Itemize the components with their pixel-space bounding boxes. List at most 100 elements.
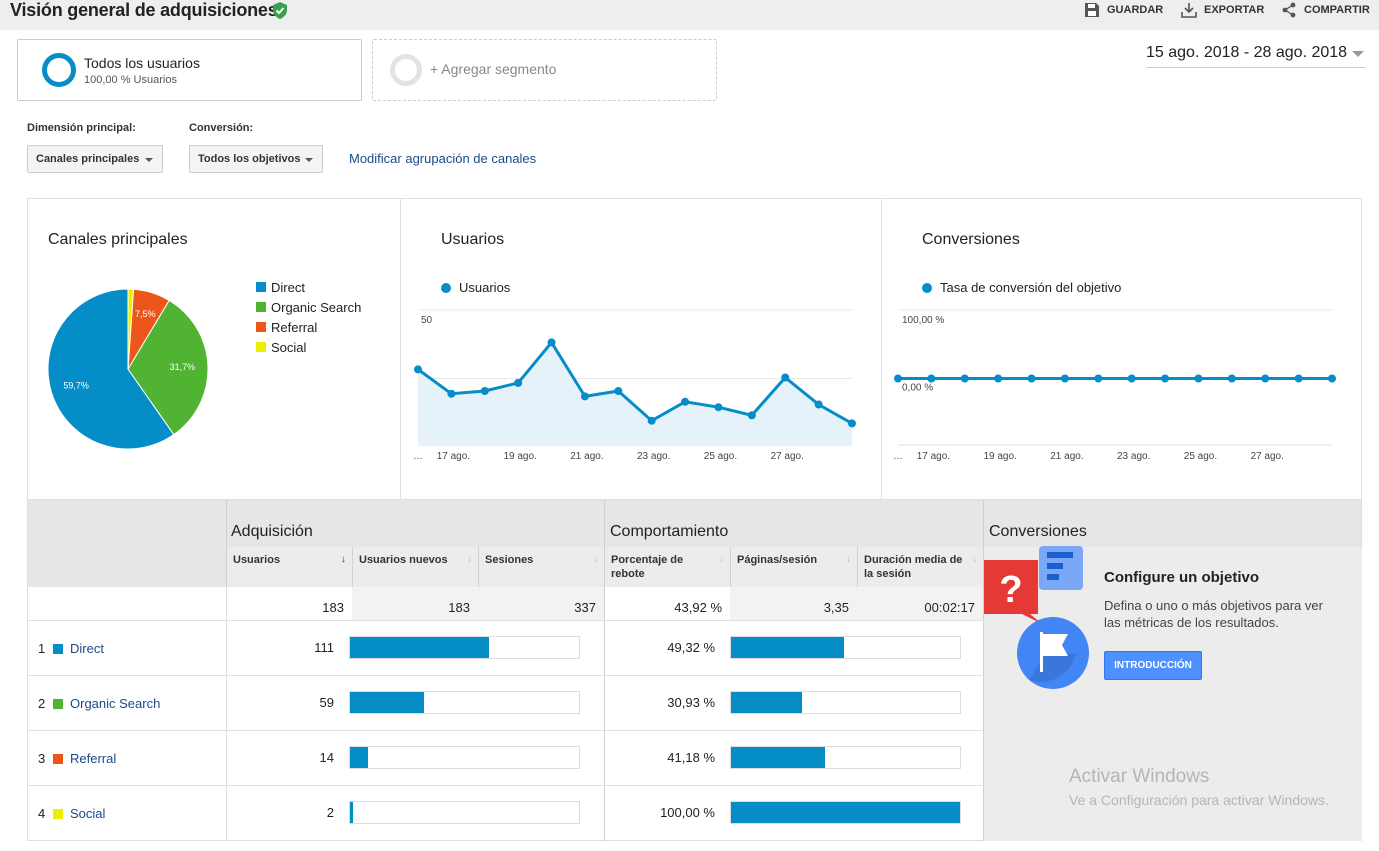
chevron-down-icon [1352,51,1364,57]
row-number: 4 [38,806,46,821]
row-number: 1 [38,641,46,656]
chevron-down-icon [145,158,153,162]
total-users: 183 [226,587,352,621]
x-tick-label: 25 ago. [704,451,737,462]
total-avg-duration: 00:02:17 [857,587,983,621]
pie-chart-title: Canales principales [48,231,188,248]
col-header-pages-session[interactable]: Páginas/sesión ↓ [730,547,857,587]
x-tick-label: 19 ago. [983,451,1016,462]
data-point [580,392,589,401]
data-point [681,397,690,406]
col-label: Páginas/sesión [737,554,818,566]
data-point [1027,374,1036,383]
y-tick-label: 50 [421,315,433,326]
total-pages-session: 3,35 [730,587,857,621]
legend-item-referral: Referral [256,317,361,337]
primary-dimension-select[interactable]: Canales principales [27,145,163,173]
save-button[interactable]: GUARDAR [1084,2,1163,18]
sort-icon: ↓ [972,554,977,565]
date-range-picker[interactable]: 15 ago. 2018 - 28 ago. 2018 [1146,44,1366,68]
y-tick-label: 0,00 % [902,383,933,394]
x-tick-label: 21 ago. [570,451,603,462]
data-point [647,416,656,425]
data-point [848,419,856,428]
legend-label: Direct [271,279,305,295]
introduction-button[interactable]: INTRODUCCIÓN [1104,651,1202,680]
share-button[interactable]: COMPARTIR [1281,2,1370,18]
row-bounce-rate: 100,00 % [660,805,715,820]
users-bar [349,801,580,824]
row-link-social[interactable]: Social [70,806,105,821]
col-label: Usuarios [233,554,281,566]
segment-ring-icon [42,53,76,87]
legend-label: Social [271,339,307,355]
data-point [960,374,969,383]
row-number: 3 [38,751,46,766]
table-group-header [28,500,984,547]
goal-title: Configure un objetivo [1104,569,1259,586]
legend-swatch [256,302,266,312]
row-users: 111 [314,640,334,655]
panel-divider [400,198,401,500]
row-link-referral[interactable]: Referral [70,751,116,766]
x-tick-label: 21 ago. [1050,451,1083,462]
row-number: 2 [38,696,46,711]
panel-divider [881,198,882,500]
svg-text:?: ? [999,569,1022,611]
export-button[interactable]: EXPORTAR [1181,2,1264,18]
conversions-legend: Tasa de conversión del objetivo [922,280,1121,295]
x-tick-label: 17 ago. [917,451,950,462]
data-point [714,403,723,412]
col-header-bounce-rate[interactable]: Porcentaje de rebote ↓ [604,547,730,587]
users-line-chart: 5025…17 ago.19 ago.21 ago.23 ago.25 ago.… [413,309,856,462]
data-point [1161,374,1170,383]
x-tick-label: 17 ago. [437,451,470,462]
row-link-direct[interactable]: Direct [70,641,104,656]
legend-item-direct: Direct [256,277,361,297]
total-new-users: 183 [352,587,478,621]
col-header-avg-duration[interactable]: Duración media de la sesión ↓ [857,547,983,587]
conversions-chart-title: Conversiones [922,231,1020,248]
x-tick-label: … [893,451,903,462]
x-tick-label: … [413,451,423,462]
row-bounce-rate: 49,32 % [667,640,715,655]
data-point [1094,374,1103,383]
bounce-bar [730,746,961,769]
data-point [994,374,1003,383]
x-tick-label: 27 ago. [771,451,804,462]
row-link-organic-search[interactable]: Organic Search [70,696,160,711]
row-color-swatch [53,809,63,819]
legend-item-social: Social [256,337,361,357]
users-bar-fill [350,692,424,713]
bounce-bar [730,691,961,714]
goal-description: Defina o uno o más objetivos para ver la… [1104,598,1323,630]
segment-name: Todos los usuarios [84,55,200,71]
users-bar-fill [350,637,489,658]
add-segment-button[interactable]: + Agregar segmento [372,39,717,101]
data-point [814,400,823,409]
segment-all-users[interactable]: Todos los usuarios 100,00 % Usuarios [17,39,362,101]
sort-icon: ↓ [719,554,724,565]
legend-item-organic: Organic Search [256,297,361,317]
goal-illustration-icon: ? [984,546,1089,689]
data-point [514,378,523,387]
row-bounce-rate: 41,18 % [667,750,715,765]
conversion-select[interactable]: Todos los objetivos [189,145,323,173]
data-point [480,387,489,395]
pie-slice-label: 31,7% [170,362,196,372]
data-point [927,374,936,383]
x-tick-label: 19 ago. [503,451,536,462]
users-bar [349,636,580,659]
legend-label: Organic Search [271,299,362,315]
export-label: EXPORTAR [1204,4,1265,16]
col-header-sessions[interactable]: Sesiones ↓ [478,547,604,587]
dimension-column-header [28,547,226,587]
col-header-new-users[interactable]: Usuarios nuevos ↓ [352,547,478,587]
save-icon [1085,3,1099,17]
modify-channel-grouping-link[interactable]: Modificar agrupación de canales [349,151,536,166]
col-header-users[interactable]: Usuarios ↓ [226,547,352,587]
date-range-label: 15 ago. 2018 - 28 ago. 2018 [1146,44,1348,61]
bounce-bar-fill [731,692,802,713]
pie-slice-label: 59,7% [63,380,89,390]
pie-legend: Direct Organic Search Referral Social [256,277,361,357]
